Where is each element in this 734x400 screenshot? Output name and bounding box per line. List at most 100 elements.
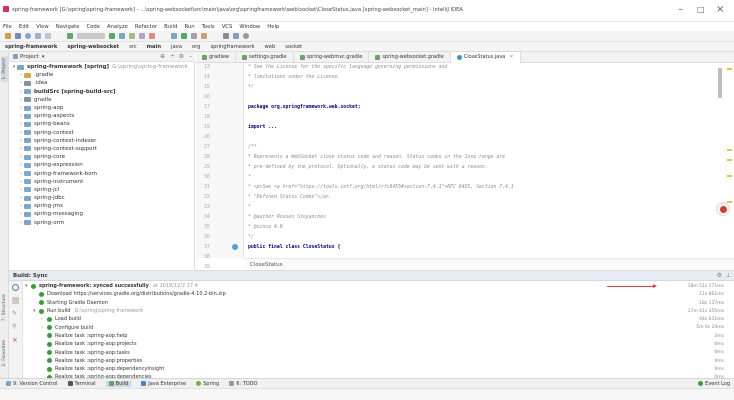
tree-item[interactable]: › gradle <box>11 96 193 104</box>
pin-icon[interactable]: ✎ <box>12 310 17 317</box>
gear-icon[interactable]: ⚙ <box>717 272 722 279</box>
code-line[interactable] <box>244 113 714 123</box>
menu-tools[interactable]: Tools <box>202 24 215 30</box>
code-line[interactable]: */ <box>244 83 714 93</box>
crumb-java[interactable]: java <box>169 44 184 50</box>
crumb-springframework[interactable]: springframework <box>208 44 256 50</box>
tab-settings-gradle[interactable]: settings.gradle <box>236 51 294 63</box>
settings-icon[interactable] <box>223 33 229 39</box>
build-line[interactable]: Realize task :spring-aop:projects <box>25 340 625 348</box>
warning-mark[interactable] <box>727 159 732 161</box>
code-line[interactable]: * @author Rossen Stoyanchev <box>244 213 714 223</box>
code-line[interactable]: * "Defined Status Codes"</a>. <box>244 193 714 203</box>
collapse-icon[interactable]: ÷ <box>170 53 175 60</box>
sync-icon[interactable] <box>25 33 31 39</box>
close-button[interactable]: × <box>716 5 724 15</box>
tree-item[interactable]: › spring-orm <box>11 219 193 227</box>
implemented-marker-icon[interactable] <box>232 244 238 250</box>
tab-spring-webmvc-gradle[interactable]: spring-webmvc.gradle <box>294 51 370 63</box>
search-icon[interactable] <box>243 33 249 39</box>
warning-mark[interactable] <box>727 175 732 177</box>
tree-item[interactable]: › spring-expression <box>11 161 193 169</box>
event-log-tab[interactable]: Event Log <box>698 381 730 387</box>
crumb-socket[interactable]: socket <box>283 44 304 50</box>
build-line[interactable]: ▾ spring-framework: synced successfully at… <box>25 282 625 290</box>
build-line[interactable]: Realize task :spring-aop:properties <box>25 357 625 365</box>
menu-vcs[interactable]: VCS <box>222 24 233 30</box>
code-line[interactable] <box>244 93 714 103</box>
menu-view[interactable]: View <box>36 24 49 30</box>
favorites-tool-tab[interactable]: 2: Favorites <box>1 338 8 372</box>
code-area[interactable]: * See the License for the specific langu… <box>244 63 714 270</box>
code-line[interactable]: * pre-defined by the protocol. Optionall… <box>244 163 714 173</box>
crumb-main[interactable]: main <box>145 44 163 50</box>
stop-icon[interactable] <box>149 33 155 39</box>
filter-icon[interactable]: ⚲ <box>12 323 16 330</box>
tree-item[interactable]: › spring-context <box>11 129 193 137</box>
vcs-history-icon[interactable] <box>191 33 197 39</box>
structure-tool-tab[interactable]: 7: Structure <box>1 292 8 326</box>
menu-edit[interactable]: Edit <box>19 24 29 30</box>
java-enterprise-tab[interactable]: Java Enterprise <box>141 381 186 387</box>
crumb-web[interactable]: web <box>263 44 278 50</box>
maximize-button[interactable]: □ <box>697 5 705 15</box>
crumb-src[interactable]: src <box>127 44 139 50</box>
vertical-scrollbar[interactable] <box>718 68 722 98</box>
code-line[interactable]: package org.springframework.web.socket; <box>244 103 714 113</box>
minimize-button[interactable]: – <box>678 5 683 15</box>
menu-refactor[interactable]: Refactor <box>135 24 157 30</box>
code-line[interactable]: * <p>See <a href="https://tools.ietf.org… <box>244 183 714 193</box>
project-view-select[interactable]: Project <box>20 54 39 60</box>
locate-icon[interactable]: ⊕ <box>160 53 165 60</box>
build-hammer-icon[interactable] <box>67 33 73 39</box>
tree-item[interactable]: › spring-jcl <box>11 186 193 194</box>
code-line[interactable] <box>244 133 714 143</box>
tab-gradlew[interactable]: gradlew <box>196 51 237 63</box>
code-line[interactable]: */ <box>244 233 714 243</box>
run-icon[interactable] <box>109 33 115 39</box>
tree-item[interactable]: › spring-jms <box>11 202 193 210</box>
gear-icon[interactable]: ⚙ <box>179 53 184 60</box>
vcs-commit-icon[interactable] <box>181 33 187 39</box>
tab-closestatus-java[interactable]: CloseStatus.java × <box>450 51 521 63</box>
tree-item[interactable]: › spring-messaging <box>11 210 193 218</box>
vcs-update-icon[interactable] <box>171 33 177 39</box>
tree-item[interactable]: › spring-context-indexer <box>11 137 193 145</box>
menu-file[interactable]: File <box>3 24 12 30</box>
menu-build[interactable]: Build <box>164 24 177 30</box>
build-line[interactable]: Realize task :spring-aop:help <box>25 332 625 340</box>
terminal-tab[interactable]: Terminal <box>67 381 96 387</box>
tree-item[interactable]: › spring-framework-bom <box>11 169 193 177</box>
debug-icon[interactable] <box>119 33 125 39</box>
code-line[interactable]: public final class CloseStatus { <box>244 243 714 253</box>
project-tool-tab[interactable]: 1: Project <box>1 56 8 82</box>
tree-item[interactable]: › spring-instrument <box>11 178 193 186</box>
tree-item[interactable]: › spring-beans <box>11 120 193 128</box>
tree-item[interactable]: › spring-jdbc <box>11 194 193 202</box>
crumb-spring-framework[interactable]: spring-framework <box>3 44 59 50</box>
profile-icon[interactable] <box>139 33 145 39</box>
chevron-down-icon[interactable]: ▾ <box>42 54 45 60</box>
tree-item[interactable]: › spring-context-support <box>11 145 193 153</box>
crumb-spring-websocket[interactable]: spring-websocket <box>65 44 121 50</box>
tree-item[interactable]: › buildSrc [spring-build-src] <box>11 88 193 96</box>
build-line[interactable]: Starting Gradle Daemon <box>25 299 625 307</box>
coverage-icon[interactable] <box>129 33 135 39</box>
warning-mark[interactable] <box>727 68 732 70</box>
hide-icon[interactable]: ⊥ <box>726 272 731 279</box>
save-icon[interactable] <box>15 33 21 39</box>
tab-spring-websocket-gradle[interactable]: spring-websocket.gradle <box>369 51 451 63</box>
code-line[interactable]: * @since 4.0 <box>244 223 714 233</box>
stop-icon[interactable] <box>12 297 19 304</box>
tree-root[interactable]: ▾ spring-framework [spring] G:\spring\sp… <box>11 63 193 71</box>
close-tab-icon[interactable]: × <box>509 54 513 60</box>
code-line[interactable]: import ... <box>244 123 714 133</box>
menu-navigate[interactable]: Navigate <box>56 24 80 30</box>
tree-item[interactable]: › spring-aspects <box>11 112 193 120</box>
build-tab[interactable]: Build <box>105 380 132 387</box>
build-line[interactable]: Realize task :spring-aop:dependencyInsig… <box>25 365 625 373</box>
menu-help[interactable]: Help <box>267 24 279 30</box>
project-structure-icon[interactable] <box>233 33 239 39</box>
warning-mark[interactable] <box>727 201 732 203</box>
build-line[interactable]: › Configure build <box>25 323 625 331</box>
